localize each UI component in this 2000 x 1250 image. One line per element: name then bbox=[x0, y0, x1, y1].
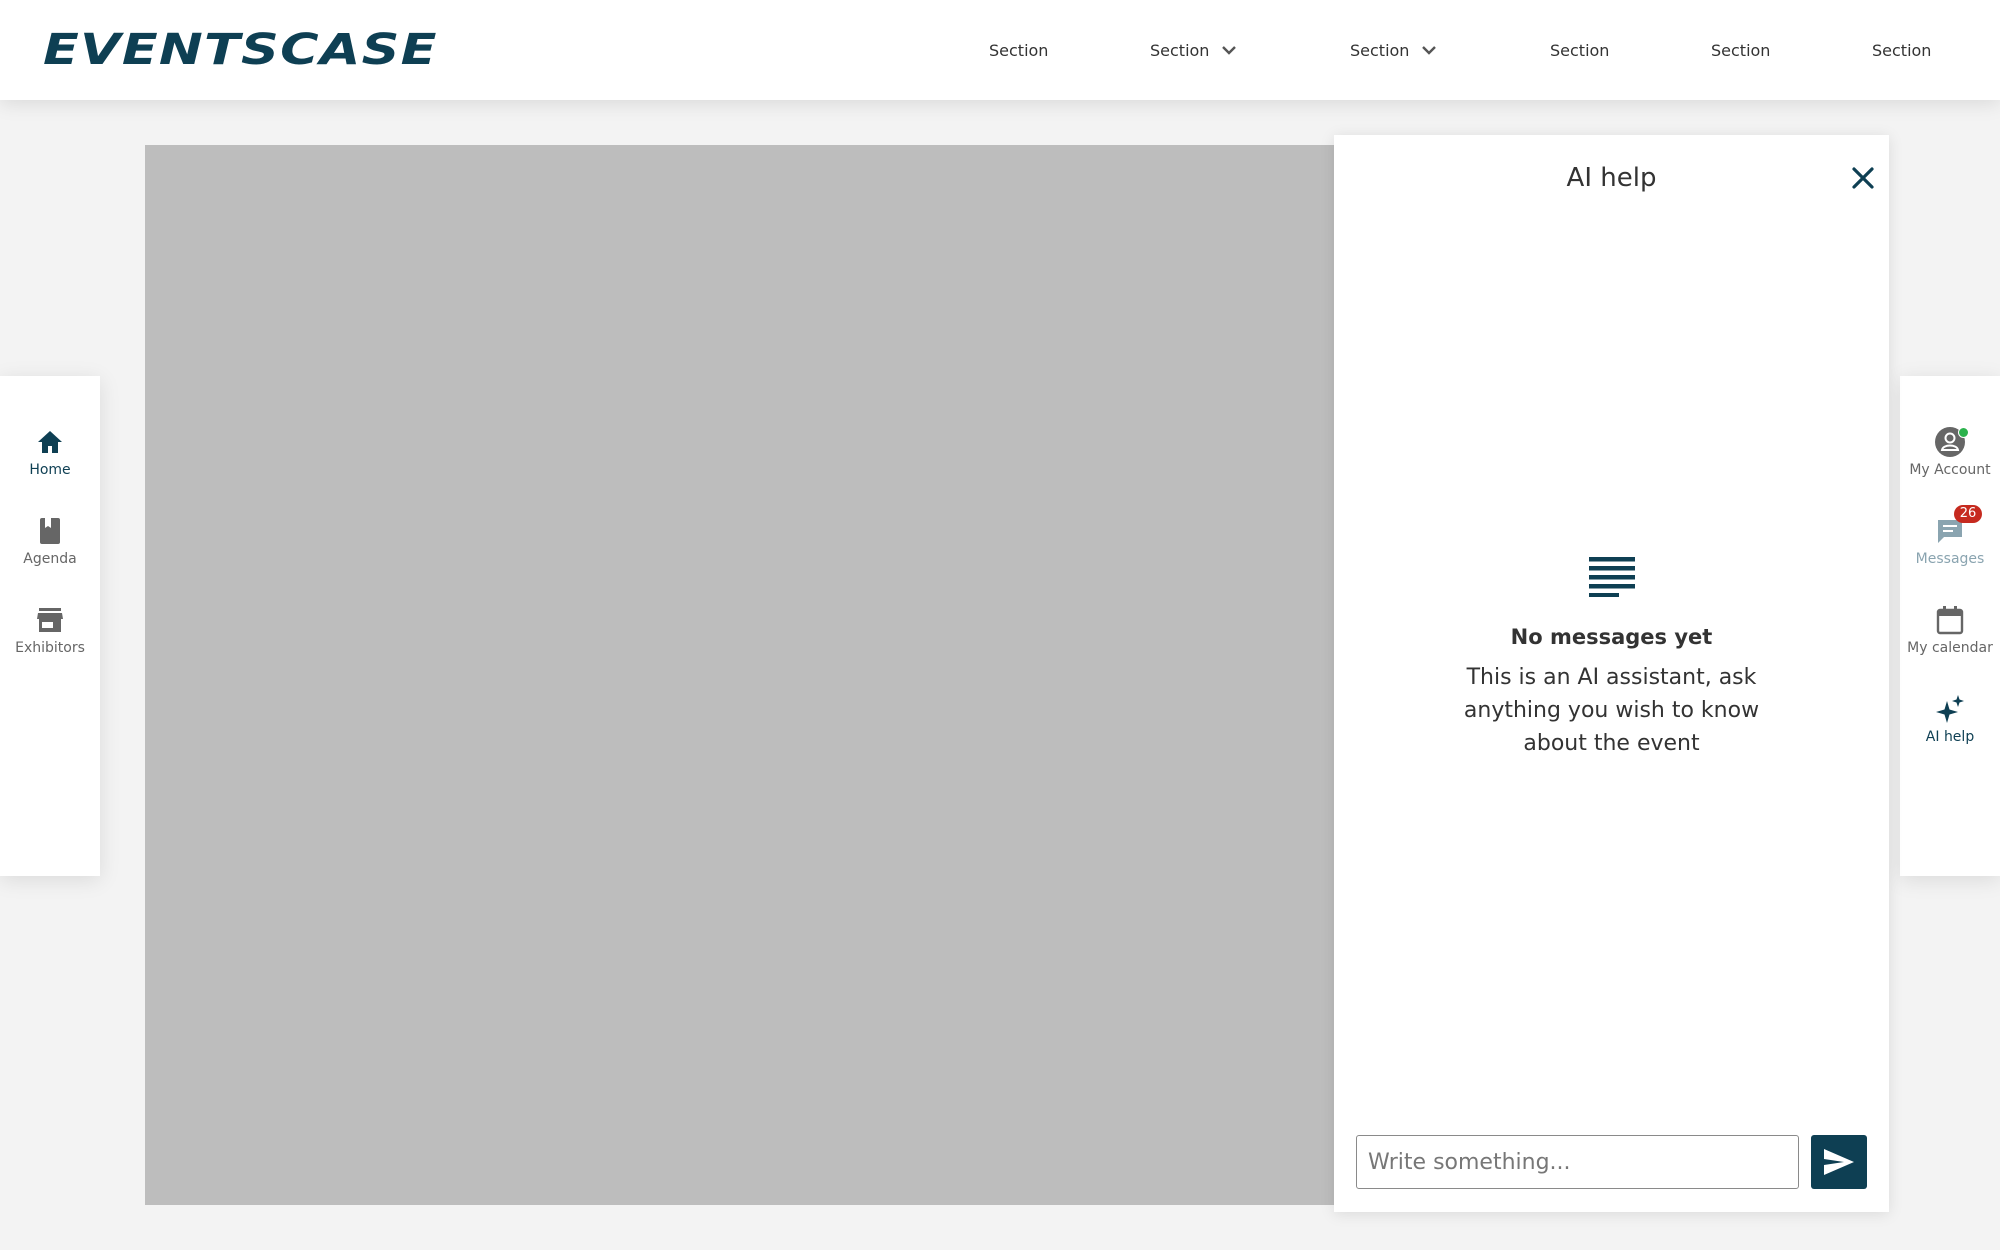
calendar-icon bbox=[1934, 604, 1966, 636]
nav-section-4[interactable]: Section bbox=[1550, 36, 1609, 64]
online-status-dot bbox=[1958, 427, 1969, 438]
chat-icon: 26 bbox=[1934, 505, 1982, 547]
nav-section-5[interactable]: Section bbox=[1711, 36, 1770, 64]
nav-section-6[interactable]: Section bbox=[1872, 36, 1931, 64]
empty-state: No messages yet This is an AI assistant,… bbox=[1334, 555, 1889, 760]
sidebar-item-label: AI help bbox=[1925, 729, 1975, 745]
send-icon bbox=[1824, 1149, 1854, 1175]
sidebar-item-exhibitors[interactable]: Exhibitors bbox=[0, 604, 100, 656]
right-sidebar: My Account 26 Messages My calendar AI he… bbox=[1900, 376, 2000, 876]
book-icon bbox=[34, 515, 66, 547]
nav-label: Section bbox=[989, 40, 1049, 60]
account-icon bbox=[1934, 426, 1969, 458]
nav-label: Section bbox=[1150, 40, 1210, 60]
sidebar-item-agenda[interactable]: Agenda bbox=[0, 515, 100, 567]
sidebar-item-label: Agenda bbox=[23, 551, 77, 567]
nav-section-2[interactable]: Section bbox=[1150, 36, 1237, 64]
sidebar-item-my-account[interactable]: My Account bbox=[1900, 426, 2000, 478]
nav-section-3[interactable]: Section bbox=[1350, 36, 1437, 64]
empty-state-title: No messages yet bbox=[1510, 625, 1713, 649]
sidebar-item-my-calendar[interactable]: My calendar bbox=[1900, 604, 2000, 656]
sparkle-icon bbox=[1934, 693, 1966, 725]
chevron-down-icon bbox=[1422, 46, 1437, 55]
nav-label: Section bbox=[1350, 40, 1410, 60]
sidebar-item-home[interactable]: Home bbox=[0, 426, 100, 478]
sidebar-item-label: My Account bbox=[1909, 462, 1991, 478]
nav-label: Section bbox=[1550, 40, 1610, 60]
nav-label: Section bbox=[1711, 40, 1771, 60]
eventscase-logo[interactable]: EVENTSCASE bbox=[43, 28, 438, 72]
sidebar-item-label: Home bbox=[29, 462, 71, 478]
sidebar-item-label: Exhibitors bbox=[15, 640, 85, 656]
unread-count-badge: 26 bbox=[1954, 505, 1982, 523]
left-sidebar: Home Agenda Exhibitors bbox=[0, 376, 100, 876]
sidebar-item-messages[interactable]: 26 Messages bbox=[1900, 505, 2000, 567]
chevron-down-icon bbox=[1222, 46, 1237, 55]
close-button[interactable] bbox=[1848, 163, 1878, 193]
empty-state-description: This is an AI assistant, ask anything yo… bbox=[1463, 665, 1760, 756]
home-icon bbox=[34, 426, 66, 458]
message-input[interactable] bbox=[1356, 1135, 1799, 1189]
hero-image bbox=[145, 145, 1345, 1205]
nav-section-1[interactable]: Section bbox=[989, 36, 1048, 64]
close-icon bbox=[1852, 167, 1874, 189]
panel-title: AI help bbox=[1566, 163, 1657, 193]
sidebar-item-label: My calendar bbox=[1907, 640, 1993, 656]
ai-help-panel: AI help No messages yet This is an AI as… bbox=[1334, 135, 1889, 1212]
nav-label: Section bbox=[1872, 40, 1932, 60]
text-lines-icon bbox=[1588, 557, 1635, 597]
store-icon bbox=[34, 604, 66, 636]
sidebar-item-label: Messages bbox=[1915, 551, 1985, 567]
top-bar: EVENTSCASE Section Section Section Secti… bbox=[0, 0, 2000, 100]
send-button[interactable] bbox=[1811, 1135, 1867, 1189]
sidebar-item-ai-help[interactable]: AI help bbox=[1900, 693, 2000, 745]
